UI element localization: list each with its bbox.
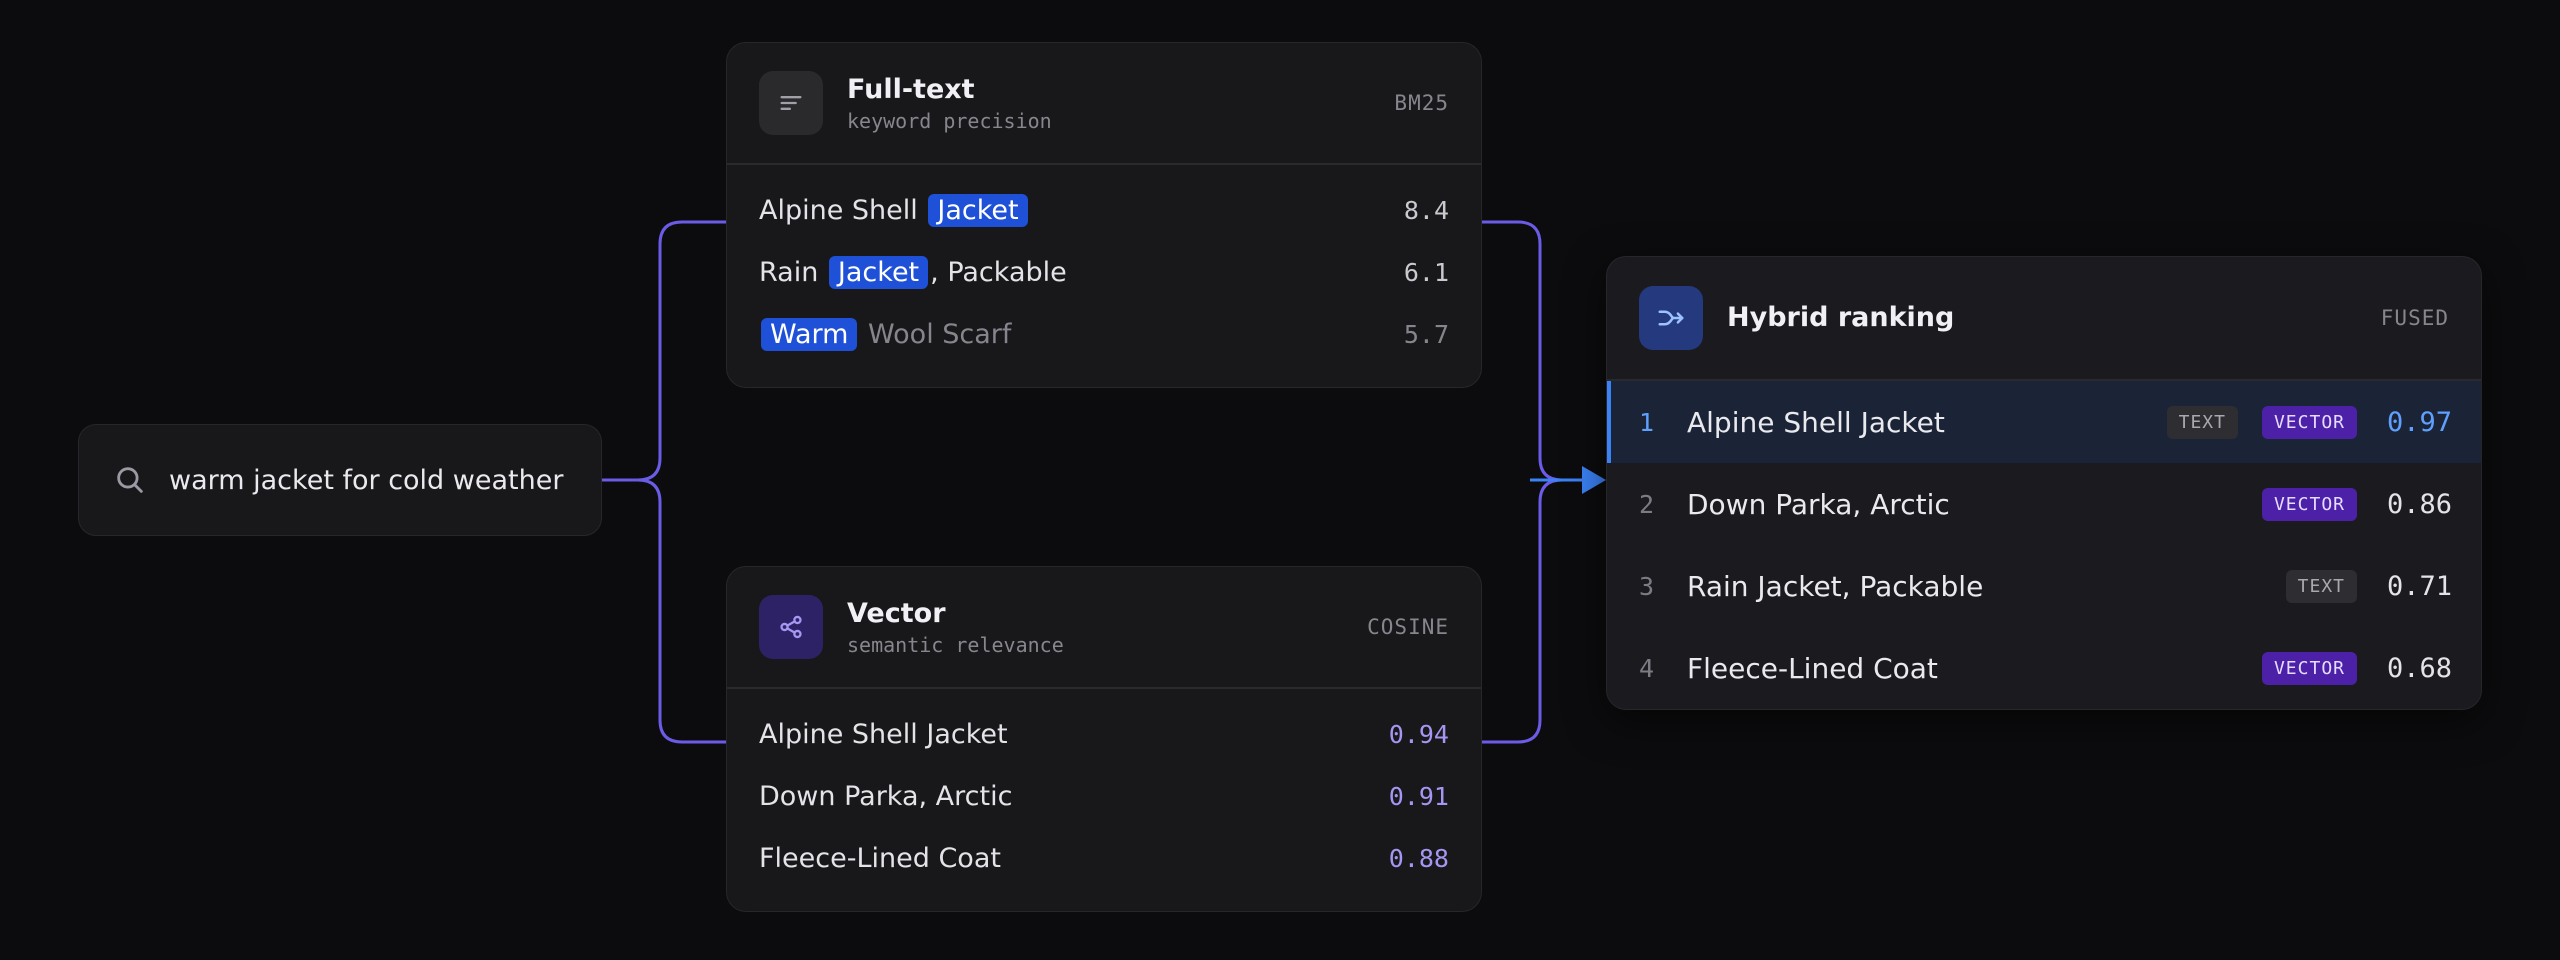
vector-card: Vector semantic relevance COSINE Alpine … — [726, 566, 1482, 912]
fulltext-header: Full-text keyword precision BM25 — [727, 43, 1481, 165]
connector-fulltext-hybrid — [1480, 220, 1572, 482]
result-name: Warm Wool Scarf — [759, 317, 1011, 351]
ranking-row[interactable]: 2 Down Parka, Arctic VECTOR 0.86 — [1607, 463, 2481, 545]
result-score: 0.91 — [1388, 781, 1449, 811]
connector-query-fulltext — [600, 220, 728, 482]
vector-subtitle: semantic relevance — [847, 633, 1064, 657]
vector-tag: COSINE — [1367, 615, 1449, 639]
fulltext-title: Full-text — [847, 74, 975, 105]
query-box[interactable]: warm jacket for cold weather — [78, 424, 602, 536]
rank-number: 4 — [1639, 653, 1655, 683]
vector-header: Vector semantic relevance COSINE — [727, 567, 1481, 689]
keyword-highlight: Jacket — [928, 193, 1028, 227]
result-name: Fleece-Lined Coat — [759, 842, 1001, 874]
vector-result-row[interactable]: Down Parka, Arctic 0.91 — [727, 765, 1481, 827]
fulltext-result-row[interactable]: Rain Jacket, Packable 6.1 — [727, 241, 1481, 303]
fulltext-subtitle: keyword precision — [847, 109, 1052, 133]
fulltext-result-row[interactable]: Alpine Shell Jacket 8.4 — [727, 179, 1481, 241]
rank-score: 0.97 — [2387, 406, 2453, 438]
hybrid-tag: FUSED — [2380, 306, 2449, 330]
fulltext-card: Full-text keyword precision BM25 Alpine … — [726, 42, 1482, 388]
vector-badge: VECTOR — [2261, 651, 2357, 685]
hybrid-title: Hybrid ranking — [1727, 302, 1955, 333]
connector-vector-hybrid — [1480, 478, 1572, 744]
ranking-row[interactable]: 3 Rain Jacket, Packable TEXT 0.71 — [1607, 545, 2481, 627]
rank-score: 0.71 — [2387, 570, 2453, 602]
rank-number: 1 — [1639, 407, 1655, 437]
result-score: 0.94 — [1388, 719, 1449, 749]
connector-query-vector — [600, 478, 728, 744]
rank-name: Rain Jacket, Packable — [1687, 569, 1984, 603]
text-badge: TEXT — [2285, 569, 2357, 603]
vector-badge: VECTOR — [2261, 405, 2357, 439]
keyword-highlight: Warm — [761, 317, 858, 351]
ranking-row[interactable]: 4 Fleece-Lined Coat VECTOR 0.68 — [1607, 627, 2481, 709]
fulltext-result-row[interactable]: Warm Wool Scarf 5.7 — [727, 303, 1481, 365]
vector-title: Vector — [847, 598, 946, 629]
result-score: 6.1 — [1403, 257, 1449, 287]
result-score: 0.88 — [1388, 843, 1449, 873]
result-name: Rain Jacket, Packable — [759, 255, 1067, 289]
rank-name: Alpine Shell Jacket — [1687, 405, 1945, 439]
share-nodes-icon — [759, 595, 823, 659]
result-score: 5.7 — [1403, 319, 1449, 349]
ranking-row[interactable]: 1 Alpine Shell Jacket TEXT VECTOR 0.97 — [1607, 381, 2481, 463]
vector-result-row[interactable]: Fleece-Lined Coat 0.88 — [727, 827, 1481, 889]
rank-score: 0.86 — [2387, 488, 2453, 520]
search-icon — [117, 467, 143, 493]
merge-arrow-icon — [1639, 286, 1703, 350]
rank-number: 3 — [1639, 571, 1655, 601]
text-lines-icon — [759, 71, 823, 135]
rank-number: 2 — [1639, 489, 1655, 519]
vector-badge: VECTOR — [2261, 487, 2357, 521]
result-name: Alpine Shell Jacket — [759, 193, 1030, 227]
arrow-head-icon — [1582, 466, 1606, 494]
result-score: 8.4 — [1403, 195, 1449, 225]
rank-score: 0.68 — [2387, 652, 2453, 684]
query-text: warm jacket for cold weather — [169, 464, 564, 496]
rank-name: Down Parka, Arctic — [1687, 487, 1950, 521]
hybrid-header: Hybrid ranking FUSED — [1607, 257, 2481, 381]
rank-name: Fleece-Lined Coat — [1687, 651, 1938, 685]
result-name: Alpine Shell Jacket — [759, 718, 1008, 750]
vector-result-row[interactable]: Alpine Shell Jacket 0.94 — [727, 703, 1481, 765]
keyword-highlight: Jacket — [828, 255, 929, 289]
hybrid-ranking-card: Hybrid ranking FUSED 1 Alpine Shell Jack… — [1606, 256, 2482, 710]
text-badge: TEXT — [2166, 405, 2238, 439]
fulltext-tag: BM25 — [1394, 91, 1449, 115]
result-name: Down Parka, Arctic — [759, 780, 1013, 812]
